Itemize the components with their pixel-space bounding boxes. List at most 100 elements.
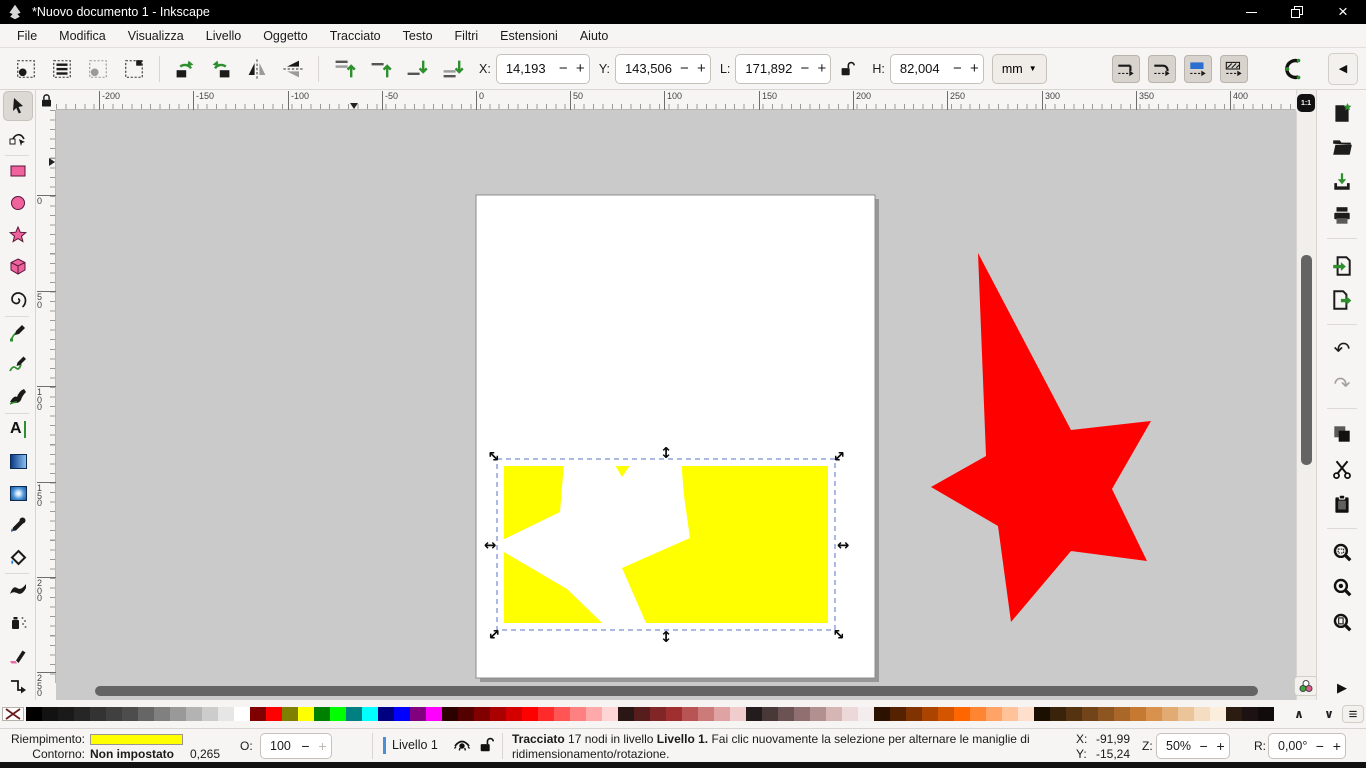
height-decrement-button[interactable]: − [949, 55, 966, 83]
tool-gradient[interactable] [3, 446, 33, 476]
color-swatch[interactable] [1130, 707, 1146, 721]
menu-item[interactable]: Filtri [444, 26, 490, 46]
color-swatch[interactable] [858, 707, 874, 721]
color-swatch[interactable] [1226, 707, 1242, 721]
layer-name[interactable]: Livello 1 [392, 738, 438, 752]
color-swatch[interactable] [426, 707, 442, 721]
color-swatch[interactable] [554, 707, 570, 721]
minimize-button[interactable] [1228, 0, 1274, 24]
opacity-decrement-button[interactable]: − [297, 734, 314, 758]
tool-node-editor[interactable] [3, 123, 33, 153]
color-managed-display-button[interactable] [1294, 676, 1318, 696]
color-swatch[interactable] [682, 707, 698, 721]
y-field-value[interactable]: 143,506 [616, 61, 676, 76]
color-swatch[interactable] [1098, 707, 1114, 721]
color-swatch[interactable] [954, 707, 970, 721]
color-swatch[interactable] [362, 707, 378, 721]
color-swatch[interactable] [266, 707, 282, 721]
color-swatch[interactable] [26, 707, 42, 721]
select-all-button[interactable] [12, 55, 40, 83]
x-decrement-button[interactable]: − [555, 55, 572, 83]
color-swatch[interactable] [602, 707, 618, 721]
color-swatch[interactable] [746, 707, 762, 721]
undo-button[interactable]: ↶ [1330, 337, 1354, 361]
color-swatch[interactable] [714, 707, 730, 721]
color-swatch[interactable] [842, 707, 858, 721]
tool-connector[interactable] [3, 672, 33, 702]
tool-selector[interactable] [3, 91, 33, 121]
height-increment-button[interactable]: + [966, 55, 983, 83]
menu-item[interactable]: Modifica [48, 26, 117, 46]
red-star[interactable] [931, 253, 1151, 622]
raise-button[interactable] [366, 55, 394, 83]
color-swatch[interactable] [1146, 707, 1162, 721]
vertical-ruler[interactable]: 050100150200250 [36, 110, 56, 683]
restore-button[interactable] [1274, 0, 1320, 24]
palette-scroll-up-button[interactable]: ∧ [1288, 705, 1310, 723]
tool-mesh[interactable] [3, 478, 33, 508]
color-swatch[interactable] [218, 707, 234, 721]
tool-ellipse[interactable] [3, 188, 33, 218]
color-swatch[interactable] [1018, 707, 1034, 721]
y-decrement-button[interactable]: − [676, 55, 693, 83]
move-gradients-toggle[interactable] [1184, 55, 1212, 83]
rotate-ccw-button[interactable] [171, 55, 199, 83]
color-swatch[interactable] [890, 707, 906, 721]
scale-handle-w[interactable]: ↔ [484, 536, 497, 554]
color-swatch[interactable] [170, 707, 186, 721]
color-swatch[interactable] [186, 707, 202, 721]
select-all-layers-button[interactable] [48, 55, 76, 83]
menu-item[interactable]: Visualizza [117, 26, 195, 46]
color-swatch[interactable] [1194, 707, 1210, 721]
rotation-decrement-button[interactable]: − [1311, 734, 1328, 758]
tool-dropper[interactable] [3, 510, 33, 540]
deselect-button[interactable] [84, 55, 112, 83]
menu-item[interactable]: Aiuto [569, 26, 620, 46]
width-field-value[interactable]: 171,892 [736, 61, 796, 76]
rotation-value[interactable]: 0,00° [1269, 739, 1311, 753]
scale-handle-e[interactable]: ↔ [837, 536, 850, 554]
rotate-cw-button[interactable] [207, 55, 235, 83]
horizontal-scrollbar[interactable] [95, 686, 1258, 696]
zoom-decrement-button[interactable]: − [1195, 734, 1212, 758]
color-swatch[interactable] [1034, 707, 1050, 721]
color-swatch[interactable] [522, 707, 538, 721]
color-swatch[interactable] [810, 707, 826, 721]
color-swatch[interactable] [154, 707, 170, 721]
horizontal-ruler[interactable]: -200-150-100-50050100150200250300350400 [56, 90, 1296, 110]
color-swatch[interactable] [826, 707, 842, 721]
save-document-button[interactable] [1330, 170, 1354, 194]
tool-spray[interactable] [3, 607, 33, 637]
fill-swatch[interactable] [90, 734, 183, 745]
width-decrement-button[interactable]: − [796, 55, 813, 83]
color-swatch[interactable] [506, 707, 522, 721]
zoom-drawing-button[interactable] [1330, 575, 1354, 599]
palette-scroll-down-button[interactable]: ∨ [1318, 705, 1340, 723]
color-swatch[interactable] [250, 707, 266, 721]
color-swatch[interactable] [282, 707, 298, 721]
menu-item[interactable]: Estensioni [489, 26, 569, 46]
color-swatch[interactable] [1178, 707, 1194, 721]
color-swatch[interactable] [1066, 707, 1082, 721]
lock-ratio-button[interactable] [833, 55, 861, 83]
color-swatch[interactable] [90, 707, 106, 721]
tool-pencil[interactable] [3, 349, 33, 379]
height-field-value[interactable]: 82,004 [891, 61, 949, 76]
layer-lock-button[interactable] [478, 736, 496, 754]
unit-dropdown[interactable]: mm ▼ [992, 54, 1047, 84]
scale-handle-s[interactable]: ↕ [660, 628, 673, 646]
tool-calligraphy[interactable] [3, 381, 33, 411]
color-swatch[interactable] [138, 707, 154, 721]
color-swatch[interactable] [794, 707, 810, 721]
color-swatch[interactable] [74, 707, 90, 721]
color-swatch[interactable] [762, 707, 778, 721]
color-swatch[interactable] [1082, 707, 1098, 721]
color-swatch[interactable] [314, 707, 330, 721]
cut-button[interactable] [1330, 457, 1354, 481]
y-increment-button[interactable]: + [693, 55, 710, 83]
color-swatch[interactable] [458, 707, 474, 721]
flip-horizontal-button[interactable] [243, 55, 271, 83]
color-swatch[interactable] [538, 707, 554, 721]
raise-to-top-button[interactable] [330, 55, 358, 83]
duplicate-button[interactable] [1330, 422, 1354, 446]
